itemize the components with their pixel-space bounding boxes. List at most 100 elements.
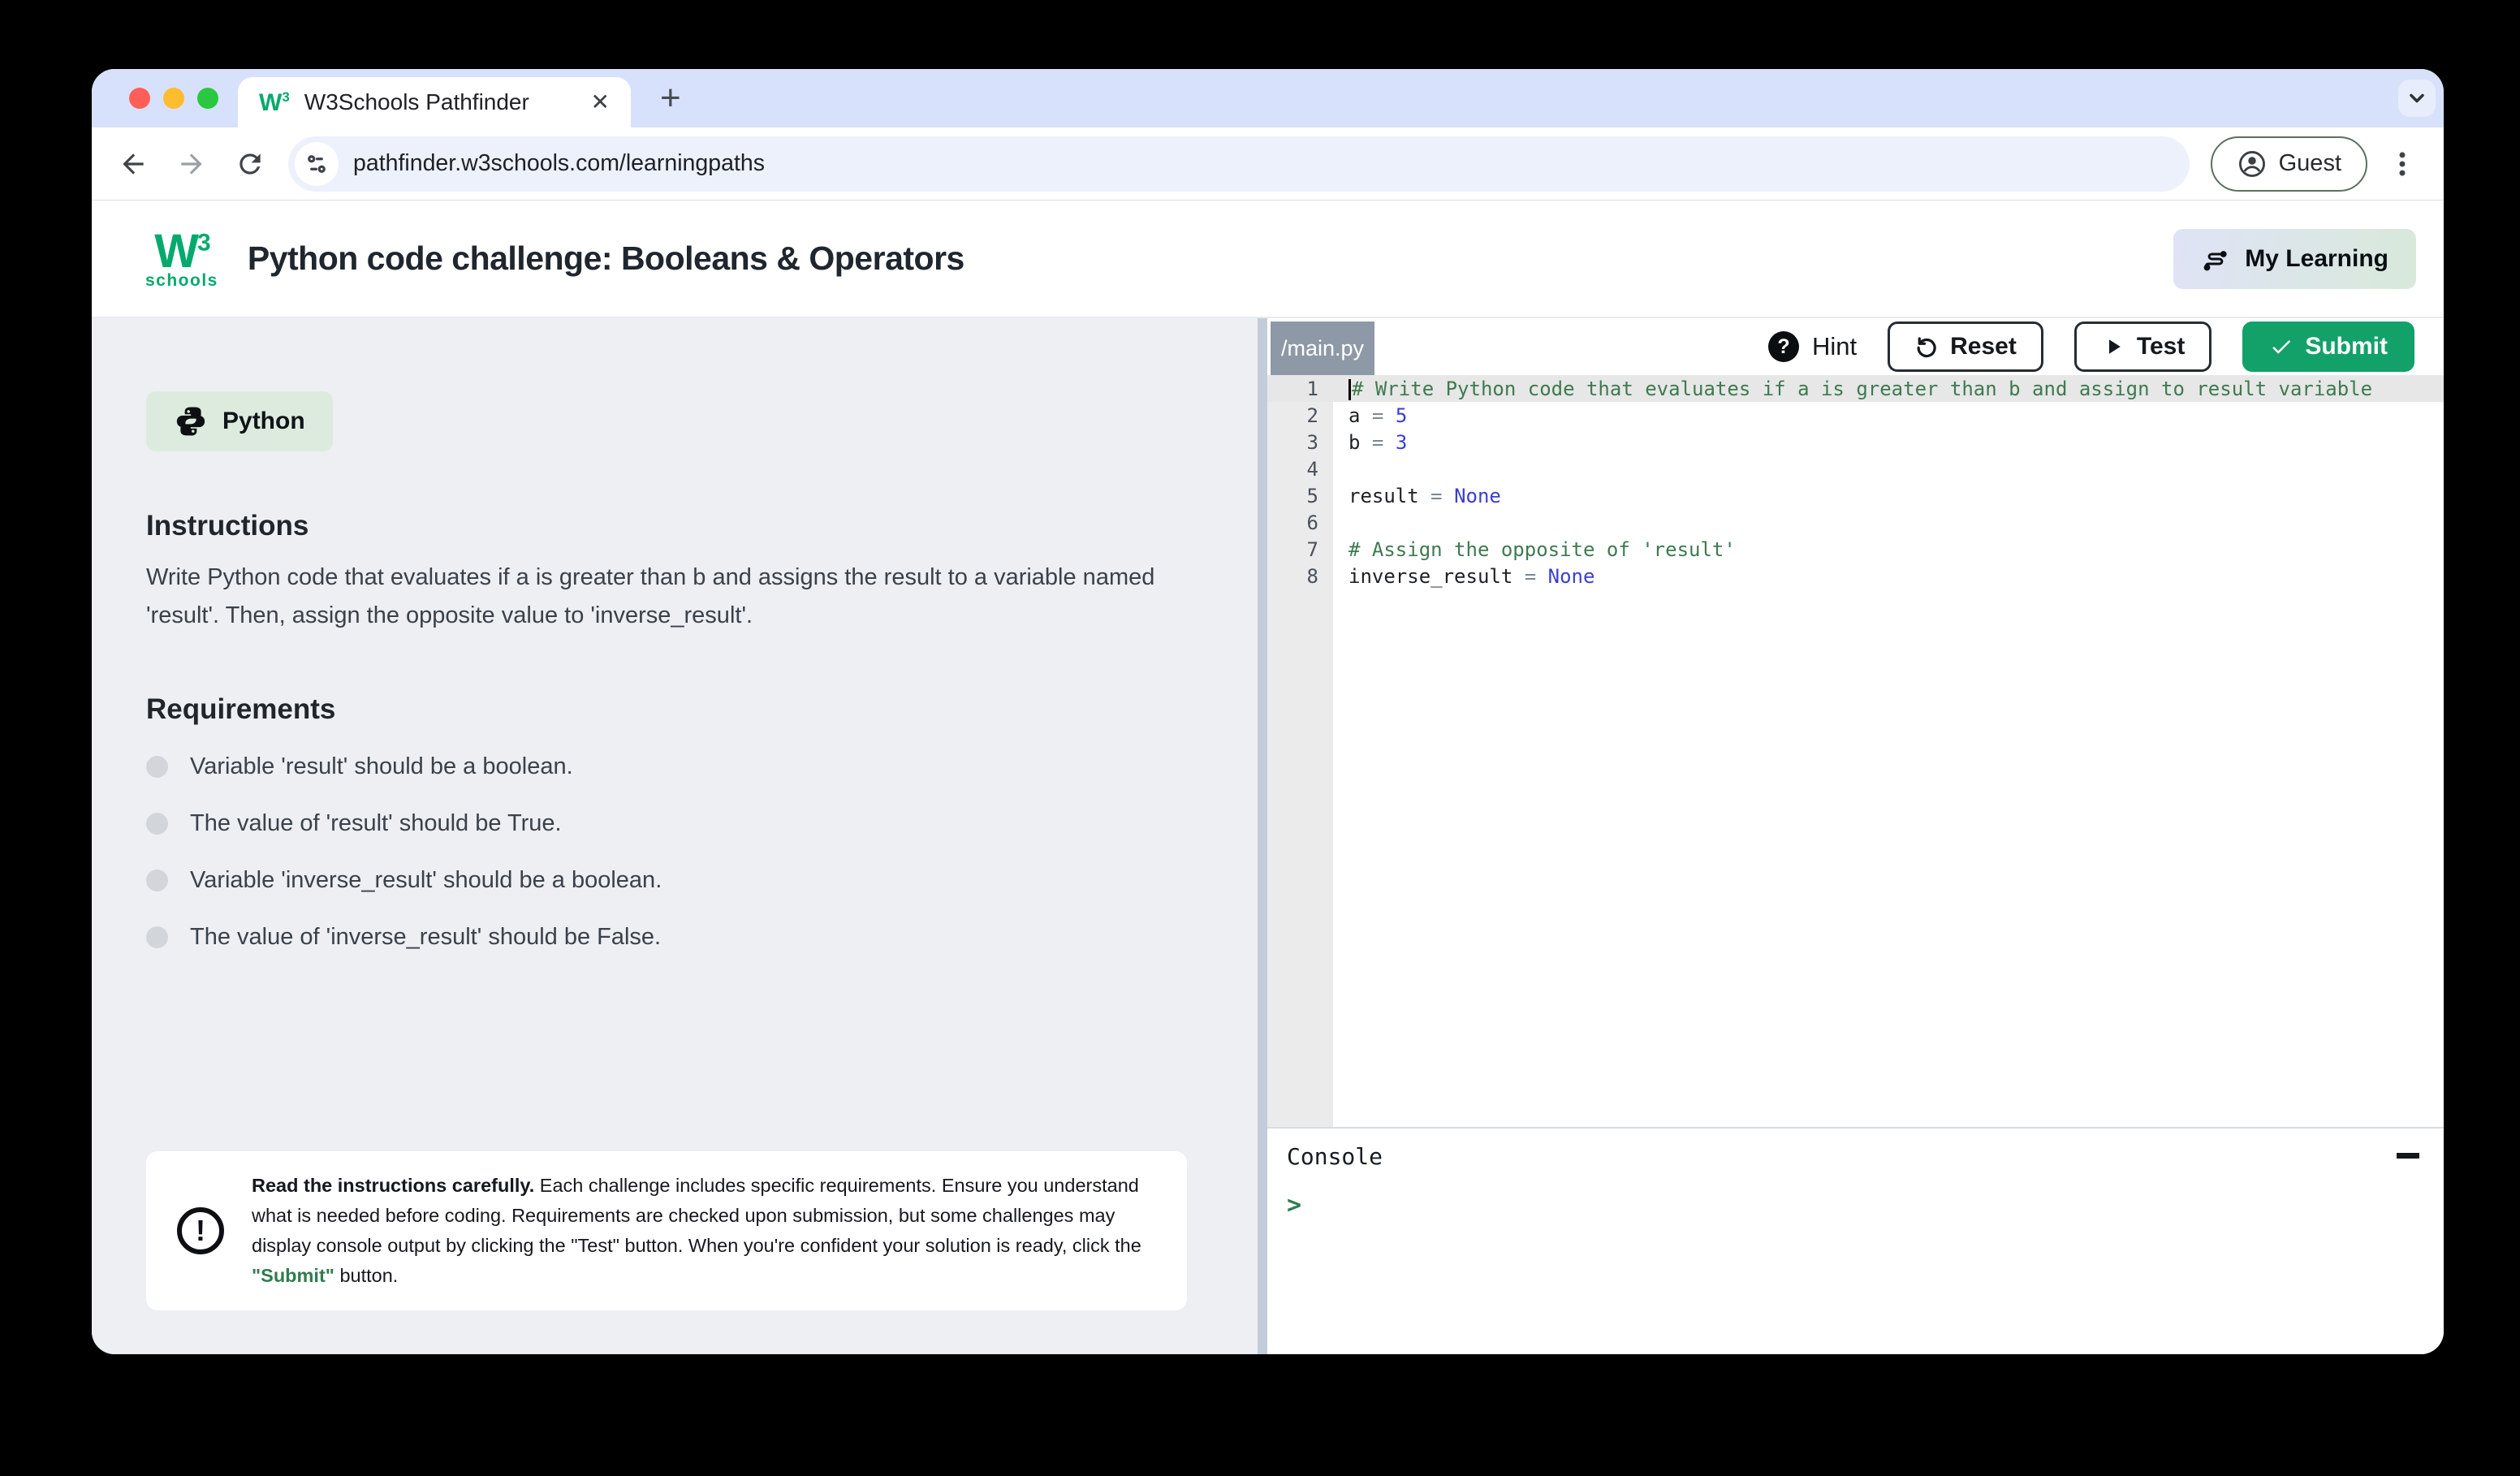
instructions-panel: Python Instructions Write Python code th… [92, 318, 1258, 1354]
language-badge-label: Python [222, 408, 305, 435]
close-window-button[interactable] [129, 88, 150, 109]
profile-button[interactable]: Guest [2211, 136, 2367, 192]
note-submit-highlight: "Submit" [252, 1265, 334, 1286]
requirement-item: The value of 'inverse_result' should be … [146, 924, 1186, 951]
file-tab[interactable]: /main.py [1271, 322, 1374, 375]
editor-panel: /main.py ? Hint Reset Test [1267, 318, 2444, 1354]
code-line[interactable]: 1# Write Python code that evaluates if a… [1267, 375, 2444, 402]
code-line[interactable]: 4 [1267, 455, 2444, 482]
code-text: # Assign the opposite of 'result' [1333, 538, 1736, 561]
question-mark-icon: ? [1768, 331, 1799, 362]
line-number: 8 [1267, 565, 1333, 588]
note-card: ! Read the instructions carefully. Each … [146, 1151, 1187, 1310]
tab-search-chevron-icon[interactable] [2398, 80, 2436, 117]
line-number: 1 [1267, 378, 1333, 400]
code-line[interactable]: 3b = 3 [1267, 429, 2444, 455]
console-minimize-icon[interactable] [2397, 1153, 2419, 1159]
submit-button[interactable]: Submit [2242, 322, 2414, 372]
page-title: Python code challenge: Booleans & Operat… [248, 240, 964, 278]
code-line[interactable]: 8inverse_result = None [1267, 563, 2444, 589]
my-learning-label: My Learning [2245, 245, 2388, 273]
editor-actions: ? Hint Reset Test Sub [1768, 322, 2414, 372]
code-editor[interactable]: 1# Write Python code that evaluates if a… [1267, 375, 2444, 1127]
text-cursor [1348, 379, 1351, 400]
requirements-list: Variable 'result' should be a boolean. Th… [146, 753, 1186, 951]
code-text: a = 5 [1333, 404, 1407, 427]
requirement-item: Variable 'inverse_result' should be a bo… [146, 867, 1186, 894]
python-icon [174, 404, 208, 438]
tab-close-icon[interactable]: ✕ [591, 91, 610, 114]
test-button[interactable]: Test [2074, 322, 2211, 372]
code-line[interactable]: 6 [1267, 509, 2444, 536]
console-panel: Console > [1267, 1127, 2444, 1354]
play-icon [2101, 334, 2125, 359]
requirement-status-icon [146, 756, 168, 778]
forward-icon[interactable] [176, 149, 207, 179]
console-prompt: > [1287, 1191, 2419, 1219]
site-settings-icon[interactable] [295, 142, 339, 186]
note-text: Read the instructions carefully. Each ch… [252, 1171, 1156, 1291]
code-line[interactable]: 7# Assign the opposite of 'result' [1267, 536, 2444, 563]
reset-icon [1914, 334, 1939, 359]
content-area: Python Instructions Write Python code th… [92, 318, 2444, 1354]
browser-window: W3 W3Schools Pathfinder ✕ + pathfinder.w… [92, 69, 2444, 1354]
browser-menu-icon[interactable] [2387, 149, 2418, 179]
person-icon [2237, 149, 2268, 179]
line-number: 4 [1267, 458, 1333, 481]
line-number: 5 [1267, 485, 1333, 507]
page-header: W3 schools Python code challenge: Boolea… [92, 201, 2444, 318]
reset-button[interactable]: Reset [1888, 322, 2043, 372]
submit-label: Submit [2305, 333, 2388, 360]
minimize-window-button[interactable] [163, 88, 184, 109]
instructions-body: Write Python code that evaluates if a is… [146, 559, 1177, 635]
code-text: result = None [1333, 485, 1501, 507]
requirement-item: Variable 'result' should be a boolean. [146, 753, 1186, 780]
editor-toolbar: /main.py ? Hint Reset Test [1267, 318, 2444, 375]
line-number: 6 [1267, 511, 1333, 534]
browser-toolbar: pathfinder.w3schools.com/learningpaths G… [92, 127, 2444, 201]
line-number: 7 [1267, 538, 1333, 561]
note-body-2: button. [334, 1265, 398, 1286]
requirement-text: Variable 'inverse_result' should be a bo… [190, 867, 662, 894]
hint-label: Hint [1812, 332, 1857, 361]
profile-label: Guest [2279, 150, 2341, 177]
w3schools-logo[interactable]: W3 schools [145, 228, 218, 289]
test-label: Test [2137, 333, 2185, 360]
code-text: inverse_result = None [1333, 565, 1594, 588]
back-icon[interactable] [118, 149, 149, 179]
code-text: # Write Python code that evaluates if a … [1333, 378, 2372, 400]
learning-path-icon [2201, 244, 2230, 274]
window-controls [129, 69, 218, 127]
w3schools-favicon-icon: W3 [259, 90, 290, 115]
code-text: b = 3 [1333, 431, 1407, 454]
new-tab-button[interactable]: + [660, 69, 681, 127]
browser-tab[interactable]: W3 W3Schools Pathfinder ✕ [238, 77, 631, 127]
url-text: pathfinder.w3schools.com/learningpaths [353, 150, 765, 177]
requirement-text: Variable 'result' should be a boolean. [190, 753, 573, 780]
requirement-status-icon [146, 870, 168, 891]
language-badge: Python [146, 391, 333, 451]
instructions-title: Instructions [146, 510, 1186, 542]
line-number: 2 [1267, 404, 1333, 427]
code-line[interactable]: 2a = 5 [1267, 402, 2444, 429]
code-line[interactable]: 5result = None [1267, 482, 2444, 509]
line-number: 3 [1267, 431, 1333, 454]
requirement-item: The value of 'result' should be True. [146, 810, 1186, 837]
my-learning-button[interactable]: My Learning [2173, 229, 2416, 289]
requirements-title: Requirements [146, 693, 1186, 726]
check-icon [2269, 334, 2293, 359]
panel-splitter[interactable] [1258, 318, 1267, 1354]
reload-icon[interactable] [235, 149, 265, 179]
requirement-status-icon [146, 926, 168, 948]
maximize-window-button[interactable] [197, 88, 218, 109]
note-lead: Read the instructions carefully. [252, 1175, 534, 1196]
reset-label: Reset [1950, 333, 2017, 360]
tab-strip: W3 W3Schools Pathfinder ✕ + [92, 69, 2444, 127]
address-bar[interactable]: pathfinder.w3schools.com/learningpaths [288, 136, 2190, 192]
tab-title: W3Schools Pathfinder [304, 89, 576, 115]
console-title: Console [1287, 1143, 1383, 1170]
requirement-text: The value of 'inverse_result' should be … [190, 924, 661, 951]
requirement-text: The value of 'result' should be True. [190, 810, 562, 837]
desktop-background: W3 W3Schools Pathfinder ✕ + pathfinder.w… [0, 0, 2520, 1476]
hint-button[interactable]: ? Hint [1768, 331, 1857, 362]
